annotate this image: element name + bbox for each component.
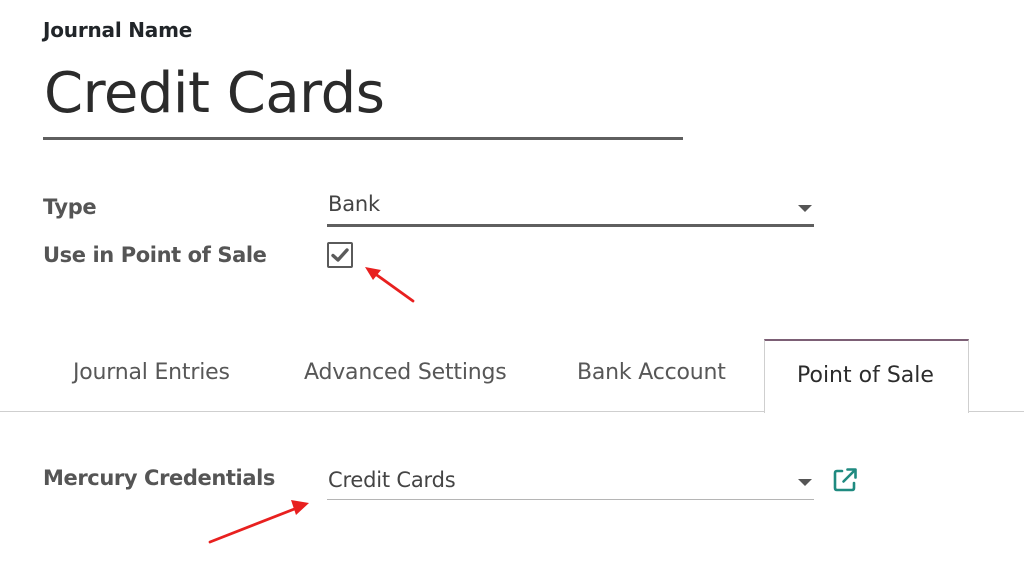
mercury-credentials-select[interactable]: Credit Cards [327, 464, 814, 500]
tab-label: Journal Entries [73, 360, 230, 385]
use-in-pos-label: Use in Point of Sale [43, 243, 267, 267]
type-select-value: Bank [328, 192, 380, 216]
arrow-icon [208, 500, 309, 544]
external-link-icon[interactable] [831, 466, 859, 494]
tab-advanced-settings[interactable]: Advanced Settings [272, 340, 542, 412]
check-icon [331, 248, 349, 262]
tab-label: Bank Account [577, 360, 726, 385]
use-in-pos-checkbox[interactable] [327, 242, 353, 268]
journal-name-input[interactable]: Credit Cards [43, 58, 683, 140]
tab-journal-entries[interactable]: Journal Entries [40, 340, 270, 412]
caret-down-icon [798, 205, 812, 212]
journal-name-value: Credit Cards [44, 61, 385, 126]
tab-bank-account[interactable]: Bank Account [545, 340, 760, 412]
type-select[interactable]: Bank [327, 192, 814, 227]
caret-down-icon [798, 479, 812, 486]
mercury-credentials-value: Credit Cards [328, 468, 456, 492]
mercury-credentials-label: Mercury Credentials [43, 466, 275, 490]
type-label: Type [43, 195, 97, 219]
tab-label: Advanced Settings [304, 360, 507, 385]
tab-point-of-sale[interactable]: Point of Sale [764, 339, 969, 413]
arrow-icon [365, 267, 415, 303]
tab-label: Point of Sale [797, 363, 934, 388]
journal-name-label: Journal Name [43, 18, 193, 42]
